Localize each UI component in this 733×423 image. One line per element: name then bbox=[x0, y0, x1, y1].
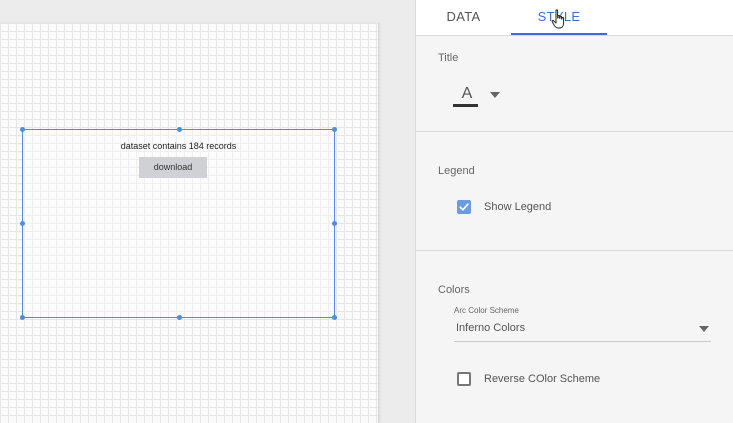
download-button[interactable]: download bbox=[139, 157, 207, 178]
color-scheme-select[interactable]: Inferno Colors bbox=[454, 318, 711, 342]
panel-tabs: DATA STYLE bbox=[416, 0, 733, 36]
font-color-swatch bbox=[453, 104, 478, 107]
hand-pointer-icon bbox=[551, 9, 565, 29]
record-count-text: dataset contains 184 records bbox=[120, 141, 237, 151]
resize-handle-top-left[interactable] bbox=[20, 127, 25, 132]
chevron-down-icon[interactable] bbox=[490, 92, 500, 98]
section-divider bbox=[416, 131, 733, 132]
chevron-down-icon bbox=[699, 326, 709, 332]
resize-handle-bottom-left[interactable] bbox=[20, 315, 25, 320]
reverse-color-scheme-label: Reverse COlor Scheme bbox=[484, 373, 601, 385]
tab-data[interactable]: DATA bbox=[416, 0, 511, 35]
resize-handle-right[interactable] bbox=[332, 221, 337, 226]
properties-panel: DATA STYLE Title A Legend Show Legend Co… bbox=[415, 0, 733, 423]
resize-handle-bottom-right[interactable] bbox=[332, 315, 337, 320]
legend-section-heading: Legend bbox=[438, 165, 475, 177]
font-color-icon: A bbox=[461, 85, 473, 102]
selected-component[interactable]: dataset contains 184 records download bbox=[20, 127, 337, 320]
title-font-color-button[interactable]: A bbox=[452, 84, 482, 108]
show-legend-label: Show Legend bbox=[484, 201, 552, 213]
report-canvas-area: dataset contains 184 records download bbox=[0, 0, 415, 423]
colors-section-heading: Colors bbox=[438, 284, 470, 296]
show-legend-checkbox[interactable] bbox=[457, 200, 471, 214]
color-scheme-caption: Arc Color Scheme bbox=[454, 306, 519, 315]
resize-handle-top[interactable] bbox=[177, 127, 182, 132]
reverse-color-scheme-checkbox[interactable] bbox=[457, 372, 471, 386]
checkmark-icon bbox=[459, 203, 469, 211]
resize-handle-bottom[interactable] bbox=[177, 315, 182, 320]
active-tab-indicator bbox=[511, 33, 607, 35]
color-scheme-value: Inferno Colors bbox=[456, 322, 526, 334]
report-page[interactable]: dataset contains 184 records download bbox=[0, 23, 379, 423]
section-divider bbox=[416, 250, 733, 251]
resize-handle-top-right[interactable] bbox=[332, 127, 337, 132]
resize-handle-left[interactable] bbox=[20, 221, 25, 226]
title-section-heading: Title bbox=[438, 52, 459, 64]
